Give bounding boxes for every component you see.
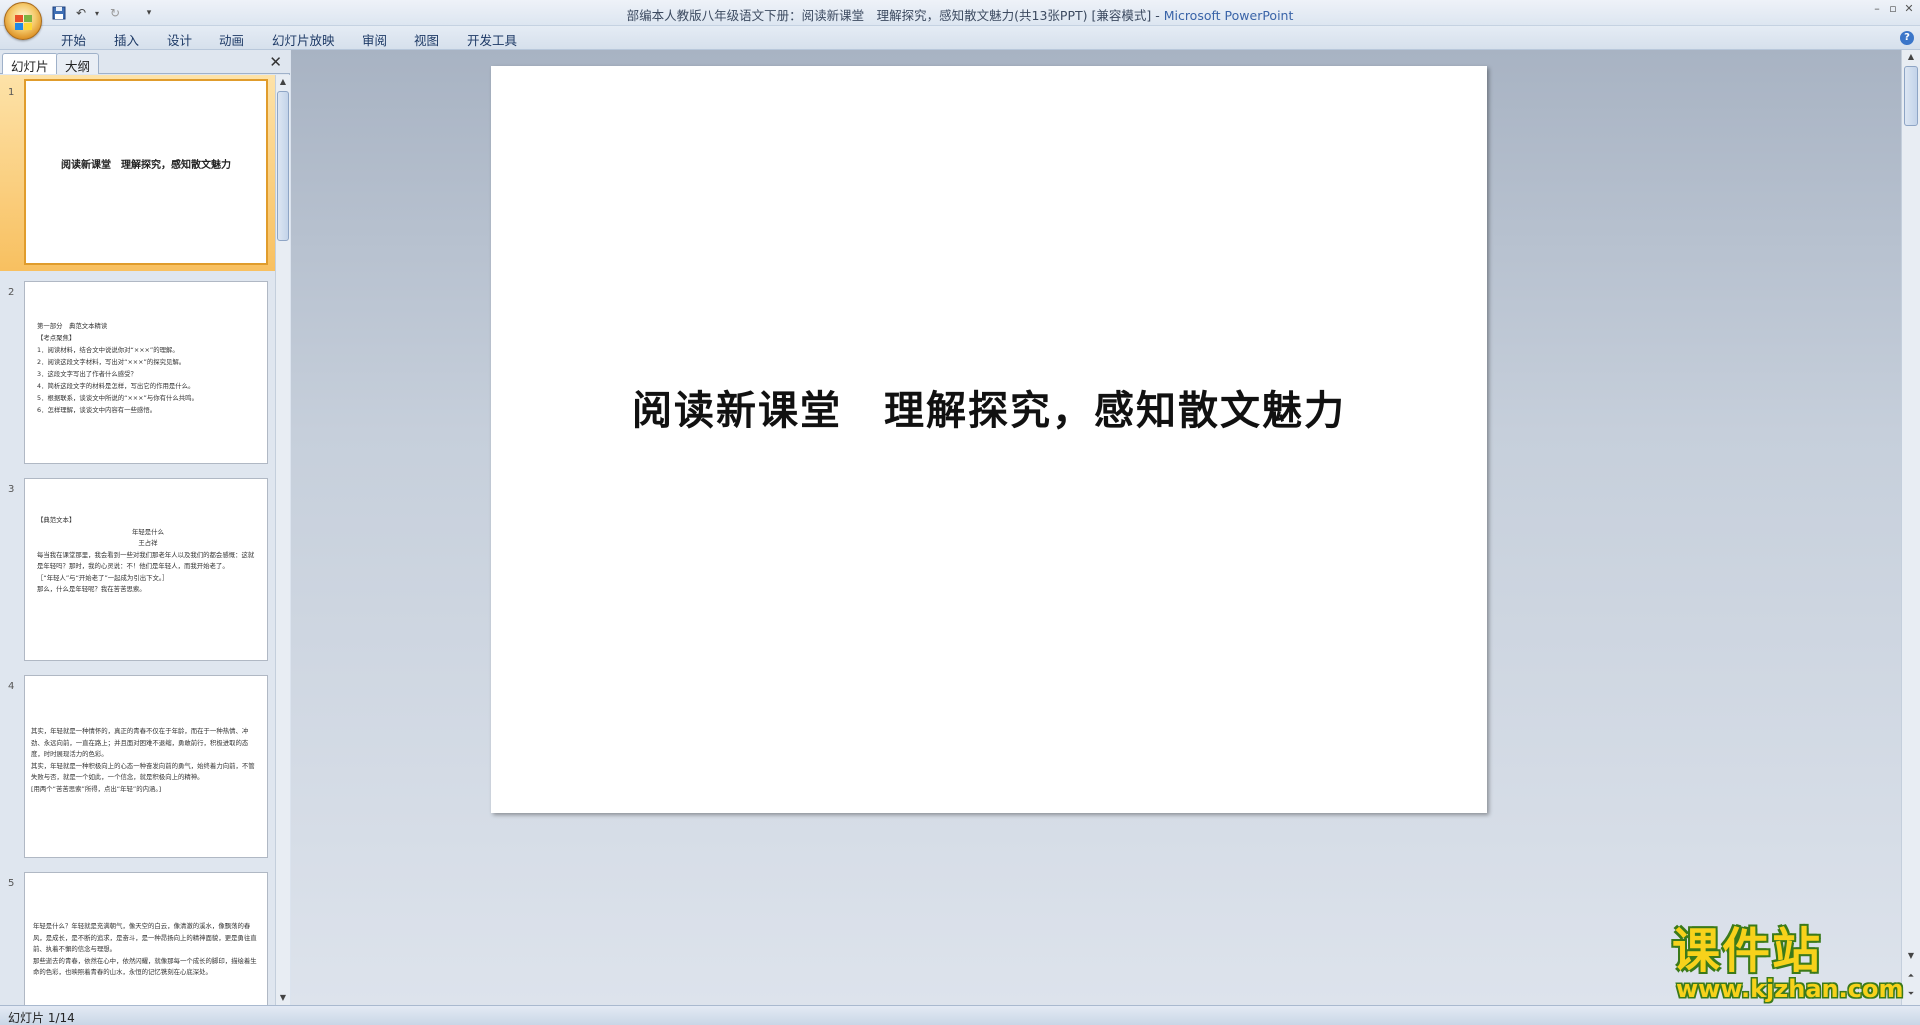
status-bar: 幻灯片 1/14 (0, 1005, 1920, 1025)
window-title: 部编本人教版八年级语文下册：阅读新课堂 理解探究，感知散文魅力(共13张PPT)… (0, 5, 1920, 24)
slides-pane: 幻灯片 大纲 ✕ 1 阅读新课堂 理解探究，感知散文魅力 2 第一部分 典范文本… (0, 50, 290, 1005)
thumb-line: 5．根据联系，谈谈文中所说的“×××”与你有什么共鸣。 (37, 394, 198, 402)
thumb-line: 那么，什么是年轻呢？我在苦苦思索。 (37, 585, 146, 593)
slide-thumbnail[interactable]: 4 其实，年轻就是一种情怀的，真正的青春不仅在于年龄，而在于一种热情、冲劲、永远… (0, 669, 275, 859)
thumbnail-scrollbar[interactable]: ▲ ▼ (275, 75, 290, 1005)
ribbon-tabs: 开始 插入 设计 动画 幻灯片放映 审阅 视图 开发工具 ? (0, 26, 1920, 50)
scroll-up-icon[interactable]: ▲ (1903, 50, 1919, 64)
window-title-text: 部编本人教版八年级语文下册：阅读新课堂 理解探究，感知散文魅力(共13张PPT)… (626, 8, 1164, 23)
close-window-icon[interactable]: ✕ (1902, 2, 1916, 16)
thumbnail-text: 【典范文本】 年轻是什么 王占祥 每当我在课堂那里，我会看到一些对我们那老年人以… (37, 515, 259, 596)
tab-design[interactable]: 设计 (167, 30, 192, 49)
thumbnail-list: 1 阅读新课堂 理解探究，感知散文魅力 2 第一部分 典范文本精读 【考点聚焦】… (0, 75, 275, 1005)
tab-outline[interactable]: 大纲 (56, 53, 100, 74)
tab-insert[interactable]: 插入 (114, 30, 139, 49)
thumb-line: 2．阅读这段文字材料，写出对“×××”的探究见解。 (37, 358, 186, 366)
app-name: Microsoft PowerPoint (1163, 8, 1294, 23)
thumb-line: 其实，年轻就是一种积极向上的心态一种奋发向前的勇气，始终着力向前，不管失败与否，… (31, 761, 255, 782)
previous-slide-icon[interactable]: ⏶ (1903, 969, 1919, 983)
thumb-line: 4．简析这段文字的材料是怎样，写出它的作用是什么。 (37, 382, 195, 390)
current-slide[interactable]: 阅读新课堂 理解探究，感知散文魅力 (491, 66, 1487, 813)
thumb-line: 1．阅读材料，结合文中说说你对“×××”的理解。 (37, 346, 179, 354)
slide-editor: 阅读新课堂 理解探究，感知散文魅力 (291, 50, 1901, 1005)
thumb-line: 年轻是什么 (132, 527, 164, 536)
slide-title[interactable]: 阅读新课堂 理解探究，感知散文魅力 (491, 378, 1487, 436)
slide-thumbnail[interactable]: 3 【典范文本】 年轻是什么 王占祥 每当我在课堂那里，我会看到一些对我们那老年… (0, 472, 275, 662)
close-pane-icon[interactable]: ✕ (269, 53, 282, 71)
watermark-logo: 课件站 www.kjzhan.com (1668, 923, 1904, 1003)
thumbnail-frame: 【典范文本】 年轻是什么 王占祥 每当我在课堂那里，我会看到一些对我们那老年人以… (24, 478, 268, 661)
thumb-line: 王占祥 (138, 539, 158, 547)
office-button[interactable] (4, 2, 42, 40)
thumb-line: 那些逝去的青春，依然在心中，依然闪耀，就像那每一个成长的脚印，描绘着生命的色彩，… (33, 956, 257, 977)
scroll-down-icon[interactable]: ▼ (276, 991, 290, 1005)
thumbnail-title: 阅读新课堂 理解探究，感知散文魅力 (61, 160, 231, 171)
thumb-line: 【考点聚焦】 (37, 334, 76, 342)
watermark-text: 课件站 (1672, 923, 1823, 979)
thumb-line: 6．怎样理解，谈谈文中内容有一些感悟。 (37, 406, 157, 414)
thumbnail-frame: 其实，年轻就是一种情怀的，真正的青春不仅在于年龄，而在于一种热情、冲劲、永远向前… (24, 675, 268, 858)
next-slide-icon[interactable]: ⏷ (1903, 987, 1919, 1001)
thumbnail-text: 年轻是什么？年轻就是充满朝气，像天空的白云，像清澈的溪水，像飘荡的春风，是成长，… (33, 921, 259, 979)
thumb-line: 3．这段文字写出了作者什么感受？ (37, 370, 137, 378)
scroll-down-icon[interactable]: ▼ (1903, 949, 1919, 963)
tab-slides[interactable]: 幻灯片 (2, 53, 58, 74)
title-bar: ↶ ▾ ↻ ▾ 部编本人教版八年级语文下册：阅读新课堂 理解探究，感知散文魅力(… (0, 0, 1920, 40)
tab-review[interactable]: 审阅 (362, 30, 387, 49)
thumb-line: [用两个“苦苦思索”所得，点出“年轻”的内涵。] (31, 784, 162, 793)
watermark-url: www.kjzhan.com (1676, 975, 1904, 1003)
slide-thumbnail[interactable]: 1 阅读新课堂 理解探究，感知散文魅力 (0, 75, 275, 271)
slide-number: 5 (8, 878, 15, 889)
slide-counter: 幻灯片 1/14 (8, 1011, 75, 1025)
help-icon[interactable]: ? (1900, 31, 1914, 45)
thumb-line: 【典范文本】 (37, 516, 76, 524)
minimize-icon[interactable]: – (1870, 2, 1884, 16)
scroll-up-icon[interactable]: ▲ (276, 75, 290, 89)
office-logo-icon (15, 15, 32, 30)
tab-home[interactable]: 开始 (61, 30, 86, 49)
scroll-thumb[interactable] (277, 91, 289, 241)
scroll-thumb[interactable] (1904, 66, 1918, 126)
tab-animations[interactable]: 动画 (219, 30, 244, 49)
thumbnail-frame: 年轻是什么？年轻就是充满朝气，像天空的白云，像清澈的溪水，像飘荡的春风，是成长，… (24, 872, 268, 1005)
restore-icon[interactable]: ▫ (1886, 2, 1900, 16)
thumb-line: 第一部分 典范文本精读 (37, 322, 108, 330)
thumb-line: 年轻是什么？年轻就是充满朝气，像天空的白云，像清澈的溪水，像飘荡的春风，是成长，… (33, 922, 257, 953)
slide-thumbnail[interactable]: 5 年轻是什么？年轻就是充满朝气，像天空的白云，像清澈的溪水，像飘荡的春风，是成… (0, 866, 275, 1005)
thumbnail-text: 第一部分 典范文本精读 【考点聚焦】 1．阅读材料，结合文中说说你对“×××”的… (37, 320, 259, 416)
slide-number: 2 (8, 287, 15, 298)
tab-slideshow[interactable]: 幻灯片放映 (272, 30, 335, 49)
pane-tabs: 幻灯片 大纲 ✕ (0, 50, 290, 74)
slide-thumbnail[interactable]: 2 第一部分 典范文本精读 【考点聚焦】 1．阅读材料，结合文中说说你对“×××… (0, 275, 275, 465)
slide-number: 3 (8, 484, 15, 495)
thumbnail-text: 其实，年轻就是一种情怀的，真正的青春不仅在于年龄，而在于一种热情、冲劲、永远向前… (31, 726, 259, 795)
tab-view[interactable]: 视图 (414, 30, 439, 49)
thumbnail-frame: 阅读新课堂 理解探究，感知散文魅力 (24, 79, 268, 265)
tab-developer[interactable]: 开发工具 (467, 30, 517, 49)
thumb-line: 其实，年轻就是一种情怀的，真正的青春不仅在于年龄，而在于一种热情、冲劲、永远向前… (31, 727, 249, 758)
thumb-line: ［“年轻人”与“开始老了”一起成为引出下文。］ (37, 573, 169, 582)
slide-number: 1 (8, 87, 15, 98)
editor-scrollbar[interactable]: ▲ ▼ ⏶ ⏷ (1901, 50, 1920, 1005)
thumbnail-frame: 第一部分 典范文本精读 【考点聚焦】 1．阅读材料，结合文中说说你对“×××”的… (24, 281, 268, 464)
slide-number: 4 (8, 681, 15, 692)
thumb-line: 每当我在课堂那里，我会看到一些对我们那老年人以及我们的都会感慨：这就是年轻吗？那… (37, 550, 255, 571)
